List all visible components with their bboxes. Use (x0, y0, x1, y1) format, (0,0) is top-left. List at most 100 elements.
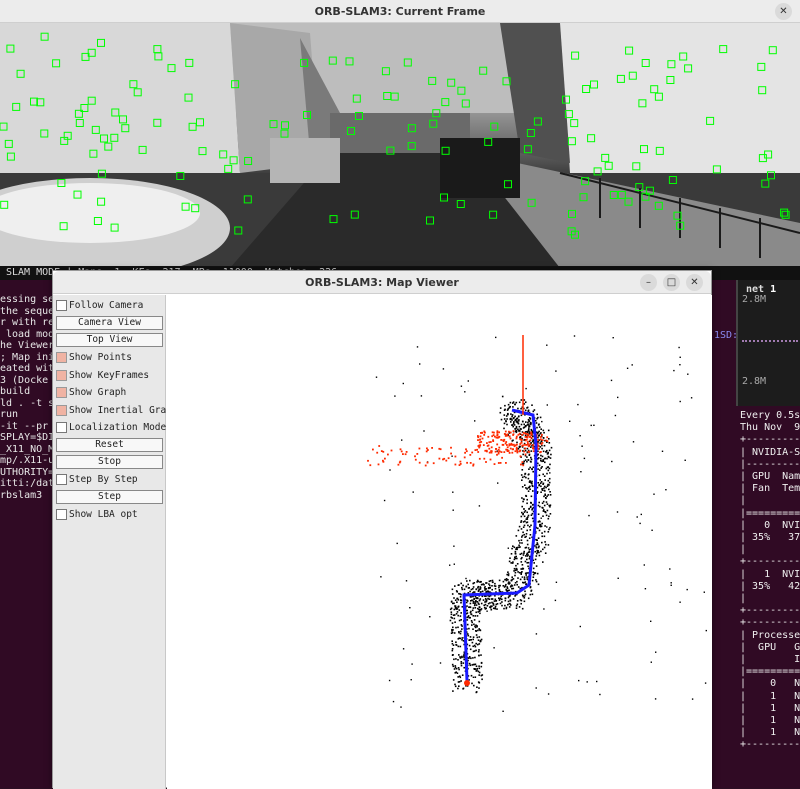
map-point (392, 700, 395, 703)
local-map-point (530, 436, 533, 439)
show-graph-checkbox[interactable]: Show Graph (56, 385, 126, 400)
show-lba-opt-checkbox[interactable]: Show LBA opt (56, 507, 138, 522)
map-point (503, 422, 506, 425)
map-point (538, 483, 541, 486)
map-point (494, 598, 497, 601)
map-point (543, 444, 546, 447)
map-titlebar[interactable]: ORB-SLAM3: Map Viewer – □ ✕ (53, 271, 711, 294)
map-point (402, 648, 405, 650)
map-point (527, 490, 530, 492)
show-points-checkbox[interactable]: Show Points (56, 350, 132, 365)
map-point (521, 469, 524, 471)
map-point (581, 445, 583, 447)
map-point (526, 543, 529, 546)
map-point (517, 571, 519, 573)
map-point (534, 572, 537, 574)
map-point (531, 517, 534, 520)
local-map-point (498, 446, 501, 449)
show-keyframes-checkbox[interactable]: Show KeyFrames (56, 368, 149, 383)
map-point (539, 446, 542, 448)
map-point (520, 423, 523, 426)
map-point (521, 505, 523, 508)
map-point (542, 510, 545, 512)
map-3d-view[interactable] (167, 295, 712, 789)
follow-camera-checkbox[interactable]: Follow Camera (56, 298, 143, 313)
reset-button[interactable]: Reset (56, 438, 163, 452)
maximize-icon[interactable]: □ (663, 274, 680, 291)
map-point (459, 656, 461, 658)
local-map-point (367, 459, 369, 462)
map-point (523, 576, 526, 578)
local-map-point (516, 448, 518, 451)
map-point (516, 583, 518, 586)
map-point (532, 490, 534, 492)
map-point (509, 401, 512, 404)
show-inertial-graph-checkbox[interactable]: Show Inertial Graph (56, 403, 178, 418)
terminal-left[interactable]: essing se the seque r with re load mod he V… (0, 280, 60, 788)
step-button[interactable]: Step (56, 490, 163, 504)
map-point (520, 528, 523, 530)
top-view-button[interactable]: Top View (56, 333, 163, 347)
map-point (526, 529, 528, 532)
stop-button[interactable]: Stop (56, 455, 163, 469)
map-point (480, 674, 483, 677)
map-point (670, 584, 672, 586)
map-point (485, 590, 488, 593)
close-icon[interactable]: ✕ (775, 3, 792, 20)
local-map-point (505, 434, 508, 436)
current-pose-marker (464, 680, 470, 686)
local-map-point (506, 449, 509, 451)
map-point (537, 482, 539, 484)
map-point (526, 431, 529, 434)
map-point (499, 597, 502, 599)
map-point (499, 407, 502, 409)
frame-titlebar[interactable]: ORB-SLAM3: Current Frame ✕ (0, 0, 800, 23)
map-point (617, 396, 619, 399)
map-point (450, 613, 453, 616)
localization-mode-checkbox[interactable]: Localization Mode (56, 420, 166, 435)
map-point (480, 608, 483, 610)
map-point (452, 690, 454, 692)
map-point (522, 567, 525, 570)
map-point (526, 511, 528, 514)
map-point (481, 678, 483, 681)
local-map-point (414, 455, 416, 458)
map-point (471, 682, 473, 685)
map-point (485, 599, 488, 601)
map-point (453, 597, 455, 599)
local-map-point (537, 448, 540, 450)
map-point (544, 490, 546, 492)
map-point (517, 407, 519, 410)
map-point (491, 581, 494, 584)
map-point (462, 584, 464, 587)
map-point (456, 611, 459, 613)
step-by-step-checkbox[interactable]: Step By Step (56, 472, 138, 487)
map-point (610, 379, 613, 382)
map-point (460, 619, 462, 621)
map-point (528, 453, 531, 456)
map-point (527, 524, 529, 527)
map-point (530, 461, 532, 463)
map-point (531, 404, 533, 406)
map-point (704, 682, 707, 684)
map-point (489, 586, 491, 589)
map-point (679, 364, 681, 366)
map-point (470, 620, 473, 622)
map-point (455, 641, 457, 643)
map-point (521, 607, 524, 610)
close-icon[interactable]: ✕ (686, 274, 703, 291)
map-point (475, 604, 478, 606)
map-point (547, 429, 550, 432)
map-point (529, 529, 532, 531)
map-point (544, 541, 546, 543)
map-point (481, 590, 484, 593)
camera-view-button[interactable]: Camera View (56, 316, 163, 330)
map-point (650, 661, 652, 663)
map-point (504, 408, 506, 411)
minimize-icon[interactable]: – (640, 274, 657, 291)
map-point (515, 418, 517, 421)
map-point (703, 591, 705, 593)
nvidia-smi-terminal[interactable]: Every 0.5s Thu Nov 9 +--------- | NVIDIA-S |… (736, 406, 800, 788)
map-point (511, 419, 513, 421)
map-point (540, 525, 543, 528)
